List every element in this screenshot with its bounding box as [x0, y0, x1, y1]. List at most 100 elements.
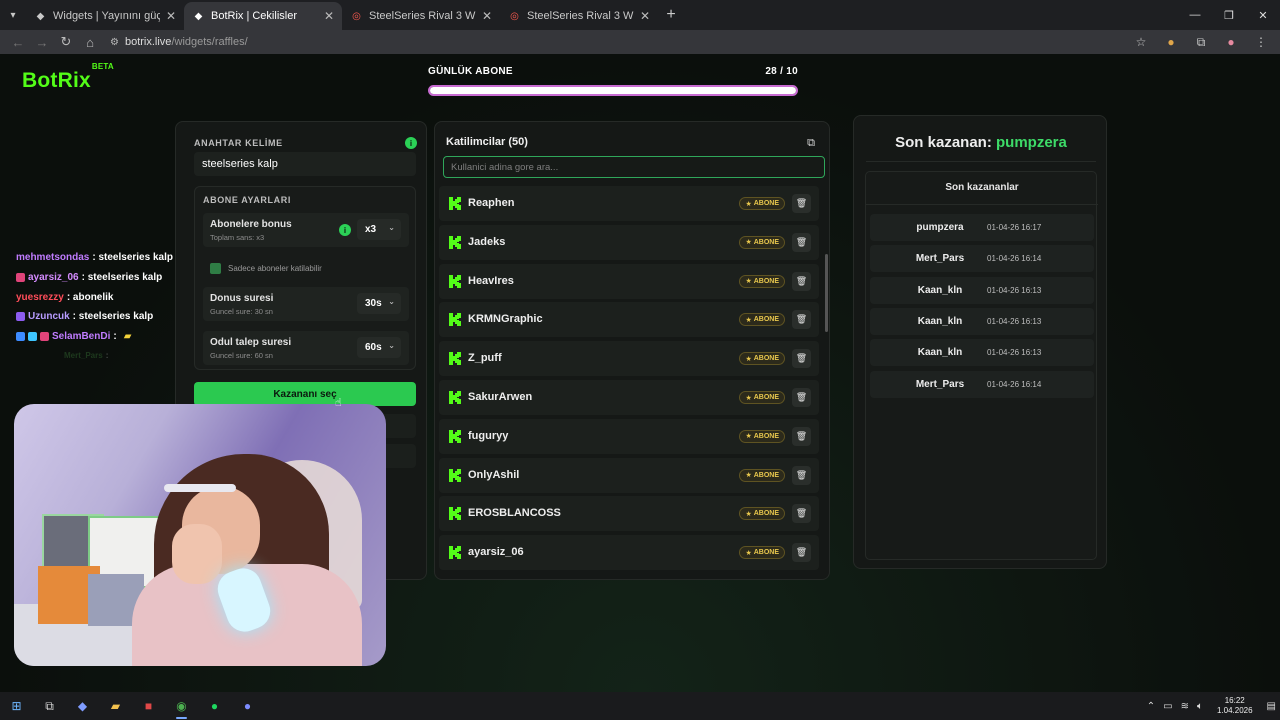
volume-icon[interactable]: 🔈︎ — [1193, 701, 1207, 712]
pick-winner-button[interactable]: Kazananı seç — [194, 382, 416, 406]
botrix-page: BotRixBETA GÜNLÜK ABONE 28 / 10 ANAHTAR … — [0, 54, 1280, 692]
trash-icon[interactable]: 🗑︎ — [792, 388, 811, 407]
extension-icon[interactable]: ● — [1158, 30, 1184, 54]
browser-tab-bar: ▾ ◆ Widgets | Yayınını güçlendirmek ✕ ◆ … — [0, 0, 1280, 30]
minimize-icon[interactable]: — — [1178, 0, 1212, 30]
close-icon[interactable]: ✕ — [324, 9, 334, 23]
trash-icon[interactable]: 🗑︎ — [792, 310, 811, 330]
scrollbar[interactable] — [825, 254, 828, 332]
window-close-icon[interactable]: ✕ — [1246, 0, 1280, 30]
profile-avatar-icon[interactable]: ● — [1218, 30, 1244, 54]
trash-icon[interactable]: 🗑︎ — [792, 194, 811, 213]
kick-logo-icon — [449, 507, 461, 521]
window-controls: — ❐ ✕ — [1178, 0, 1280, 30]
spin-duration-subtitle: Guncel sure: 30 sn — [210, 307, 273, 316]
more-menu-icon[interactable]: ⋮ — [1248, 30, 1274, 54]
browser-tab[interactable]: ◎ SteelSeries Rival 3 Wireless Gen ✕ — [342, 2, 500, 30]
notifications-icon[interactable]: ▤ — [1263, 701, 1280, 712]
trash-icon[interactable]: 🗑︎ — [792, 465, 811, 485]
subscriber-badge-label: ABONE — [753, 316, 779, 324]
clock[interactable]: 16:22 1.04.2026 — [1207, 696, 1263, 716]
recent-winner-row: pumpzera 01-04-26 16:17 — [870, 214, 1094, 241]
bookmark-star-icon[interactable]: ☆ — [1128, 30, 1154, 54]
sub-bonus-select[interactable]: x3 ⌄ — [357, 219, 401, 240]
forward-arrow-icon[interactable]: → — [30, 30, 54, 54]
trash-icon[interactable]: 🗑︎ — [792, 232, 811, 252]
recent-winners-box: Son kazananlar pumpzera 01-04-26 16:17 Mer… — [865, 171, 1098, 560]
chat-username: ayarsiz_06 — [28, 271, 79, 283]
chrome-icon[interactable]: ◉ — [165, 692, 198, 720]
emote-icon: ▰ — [123, 331, 132, 343]
sub-bonus-value: x3 — [365, 224, 377, 235]
participants-title: Katilimcilar (50) — [446, 136, 528, 148]
close-icon[interactable]: ✕ — [166, 9, 176, 23]
browser-tab[interactable]: ◆ Widgets | Yayınını güçlendirmek ✕ — [26, 2, 184, 30]
keyword-input[interactable] — [194, 152, 416, 176]
copy-icon[interactable]: ⧉ — [802, 134, 820, 152]
windows-start-icon[interactable]: ⊞ — [0, 692, 33, 720]
chat-username: SelamBenDi — [52, 331, 111, 343]
subscriber-badge: ★ ABONE — [739, 313, 785, 327]
chat-text: : — [113, 331, 117, 343]
tray-expand-icon[interactable]: ⌃ — [1143, 701, 1159, 712]
chevron-down-icon: ⌄ — [388, 223, 395, 232]
star-icon: ★ — [745, 316, 752, 324]
app-icon[interactable]: ■ — [132, 692, 165, 720]
subscriber-badge: ★ ABONE — [739, 507, 785, 521]
file-explorer-icon[interactable]: ▰ — [99, 692, 132, 720]
close-icon[interactable]: ✕ — [482, 9, 492, 23]
wifi-icon[interactable]: ≋ — [1177, 701, 1193, 712]
home-icon[interactable]: ⌂ — [78, 30, 102, 54]
spin-duration-select[interactable]: 30s ⌄ — [357, 293, 401, 314]
trash-icon[interactable]: 🗑︎ — [792, 426, 811, 446]
clock-time: 16:22 — [1224, 696, 1245, 705]
claim-duration-select[interactable]: 60s ⌄ — [357, 337, 401, 358]
last-winner-heading: Son kazanan: pumpzera — [854, 134, 1108, 151]
site-info-icon[interactable]: ⚙ — [110, 37, 119, 48]
subs-only-checkbox[interactable] — [210, 263, 221, 274]
logo-text: BotRix — [22, 69, 91, 92]
botrix-favicon-icon: ◆ — [36, 10, 45, 22]
browser-tab-active[interactable]: ◆ BotRix | Cekilisler ✕ — [184, 2, 342, 30]
trash-icon[interactable]: 🗑︎ — [792, 543, 811, 563]
claim-duration-subtitle: Guncel sure: 60 sn — [210, 351, 273, 360]
sub-settings-label: ABONE AYARLARI — [203, 195, 291, 205]
star-icon: ★ — [745, 200, 752, 208]
beta-badge: BETA — [91, 62, 114, 71]
chat-badge-icon — [16, 272, 25, 282]
recent-winner-row: Kaan_kln 01-04-26 16:13 — [870, 339, 1094, 367]
trash-icon[interactable]: 🗑︎ — [792, 271, 811, 291]
browser-tab[interactable]: ◎ SteelSeries Rival 3 Wireless Gen ✕ — [500, 2, 658, 30]
spotify-icon[interactable]: ● — [198, 692, 231, 720]
claim-duration-title: Odul talep suresi — [210, 337, 292, 348]
last-winner-prefix: Son kazanan: — [895, 134, 992, 151]
recent-winners-title: Son kazananlar — [945, 182, 1019, 193]
close-icon[interactable]: ✕ — [640, 9, 650, 23]
restore-icon[interactable]: ❐ — [1212, 0, 1246, 30]
back-arrow-icon[interactable]: ← — [6, 30, 30, 54]
divider — [866, 161, 1096, 162]
trash-icon[interactable]: 🗑︎ — [792, 349, 811, 369]
participant-row: Z_puff ★ ABONE 🗑︎ — [439, 341, 819, 377]
subs-only-row[interactable]: Sadece aboneler katilabilir — [203, 259, 409, 279]
reload-icon[interactable]: ↻ — [54, 30, 78, 54]
info-icon[interactable]: i — [339, 224, 351, 236]
task-view-icon[interactable]: ⧉ — [33, 692, 66, 720]
chevron-down-icon: ⌄ — [388, 341, 395, 350]
copilot-icon[interactable]: ◆ — [66, 692, 99, 720]
network-icon[interactable]: ▭ — [1159, 701, 1176, 712]
clock-date: 1.04.2026 — [1216, 706, 1253, 715]
extensions-puzzle-icon[interactable]: ⧉ — [1188, 30, 1214, 54]
new-tab-plus-icon[interactable]: + — [658, 6, 684, 24]
tab-search-icon[interactable]: ▾ — [0, 0, 26, 30]
botrix-logo[interactable]: BotRixBETA — [22, 62, 114, 93]
participant-search-input[interactable] — [443, 156, 825, 178]
url-field[interactable]: ⚙ botrix.live/widgets/raffles/ — [110, 36, 248, 48]
subscriber-badge-label: ABONE — [753, 432, 779, 440]
chat-username: Mert_Pars — [64, 351, 103, 360]
discord-icon[interactable]: ● — [231, 692, 264, 720]
participant-name: OnlyAshil — [468, 468, 520, 481]
steelseries-favicon-icon: ◎ — [352, 10, 361, 22]
trash-icon[interactable]: 🗑︎ — [792, 504, 811, 524]
info-icon[interactable]: i — [405, 137, 417, 149]
